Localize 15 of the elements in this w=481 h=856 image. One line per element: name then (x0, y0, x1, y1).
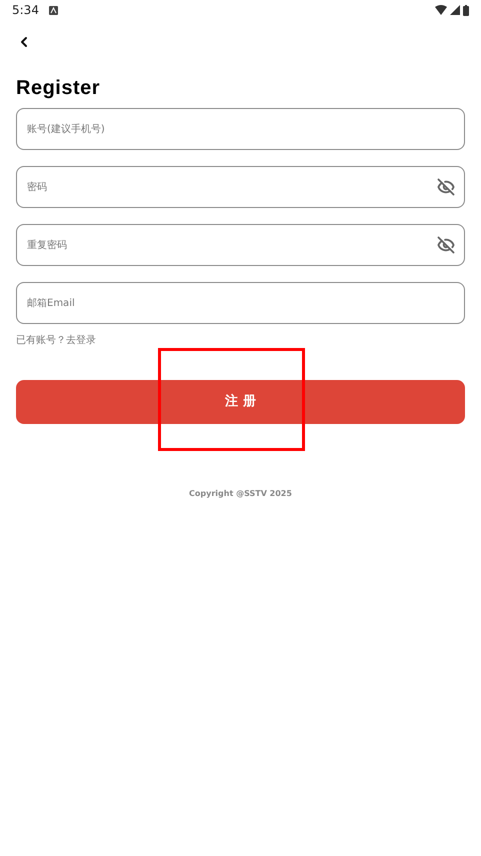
page-title: Register (16, 76, 102, 100)
input-field[interactable]: 邮箱Email (16, 282, 465, 324)
notification-icon (48, 6, 58, 14)
register-button[interactable]: 注 册 (16, 380, 465, 424)
hidden-eye-icon[interactable] (437, 236, 455, 254)
login-link[interactable]: 已有账号？去登录 (16, 333, 96, 348)
input-field[interactable]: 账号(建议手机号) (16, 108, 465, 150)
wifi-icon (435, 5, 447, 15)
input-field[interactable]: 密码 (16, 166, 465, 208)
input-field[interactable]: 重复密码 (16, 224, 465, 266)
copyright-text: Copyright @SSTV 2025 (189, 488, 292, 500)
hidden-eye-icon[interactable] (437, 178, 455, 196)
status-time: 5:34 (12, 2, 39, 19)
signal-icon (450, 5, 460, 15)
battery-icon (463, 4, 469, 16)
